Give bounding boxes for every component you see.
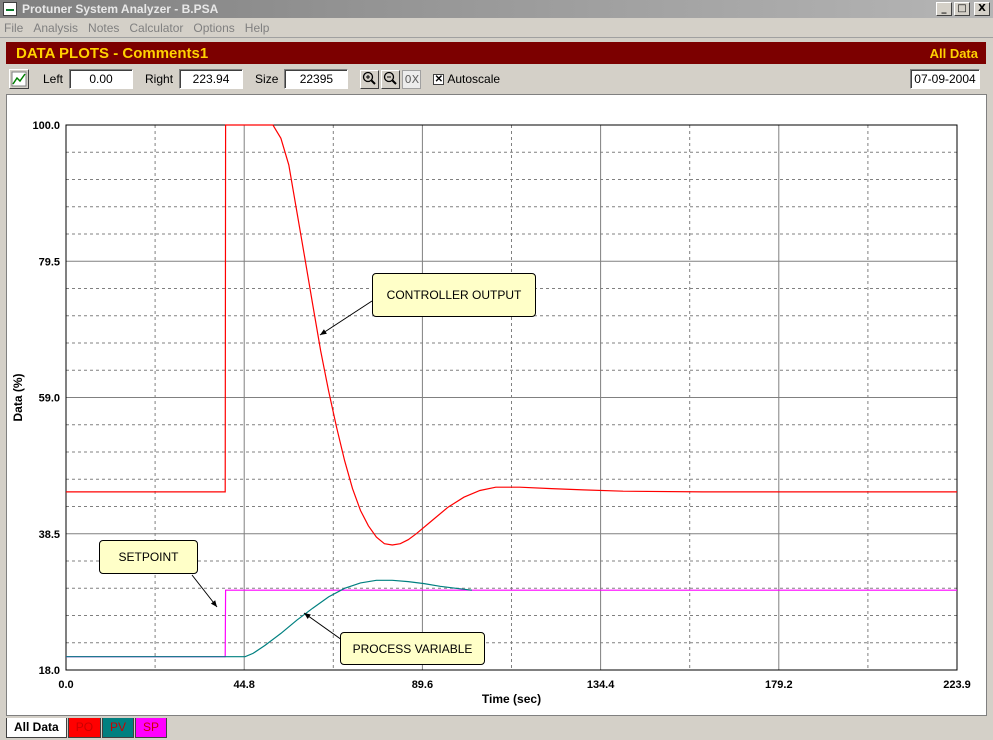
menu-notes[interactable]: Notes	[88, 21, 119, 35]
menu-help[interactable]: Help	[245, 21, 270, 35]
size-input[interactable]: 22395	[284, 69, 349, 89]
autoscale-checkbox[interactable]: ✕	[433, 73, 445, 85]
arrow-process-variable	[303, 612, 343, 641]
x-axis-label: Time (sec)	[482, 692, 541, 706]
x-tick-label: 0.0	[58, 679, 73, 691]
tab-po[interactable]: PO	[67, 718, 102, 738]
series-tabs: All Data PO PV SP	[6, 718, 168, 738]
menu-calculator[interactable]: Calculator	[129, 21, 183, 35]
zoom-reset-button[interactable]: 0X	[402, 69, 422, 89]
plot-header: DATA PLOTS - Comments1 All Data	[6, 42, 986, 64]
x-tick-label: 223.9	[943, 679, 971, 691]
app-window: Protuner System Analyzer - B.PSA _ □ X F…	[0, 0, 993, 740]
menu-file[interactable]: File	[4, 21, 23, 35]
plot-toolbar: Left 0.00 Right 223.94 Size 22395 0X ✕ A…	[6, 66, 986, 92]
tab-all-data[interactable]: All Data	[6, 718, 67, 738]
zoom-in-icon	[363, 71, 377, 85]
arrow-controller-output-head	[320, 329, 327, 335]
data-scope-label: All Data	[929, 45, 978, 61]
y-tick-label: 59.0	[39, 393, 60, 405]
callout-setpoint: SETPOINT	[99, 540, 198, 574]
zoom-out-button[interactable]	[381, 69, 401, 89]
maximize-button[interactable]: □	[954, 2, 970, 16]
x-tick-label: 44.8	[233, 679, 254, 691]
y-tick-label: 18.0	[39, 665, 60, 677]
app-icon	[3, 2, 17, 16]
line-chart-icon	[11, 71, 27, 87]
minimize-button[interactable]: _	[936, 2, 952, 16]
menu-bar: File Analysis Notes Calculator Options H…	[0, 18, 993, 38]
y-axis-label: Data (%)	[11, 373, 25, 421]
title-bar[interactable]: Protuner System Analyzer - B.PSA _ □ X	[0, 0, 993, 18]
zoom-in-button[interactable]	[360, 69, 380, 89]
autoscale-label: Autoscale	[447, 72, 501, 86]
tab-pv[interactable]: PV	[102, 718, 135, 738]
menu-options[interactable]: Options	[193, 21, 234, 35]
arrow-setpoint-head	[210, 600, 217, 607]
x-tick-label: 134.4	[587, 679, 615, 691]
x-tick-label: 89.6	[412, 679, 433, 691]
size-label: Size	[255, 72, 279, 86]
left-label: Left	[43, 72, 64, 86]
y-tick-label: 79.5	[39, 256, 60, 268]
callout-controller-output: CONTROLLER OUTPUT	[372, 273, 536, 317]
close-button[interactable]: X	[974, 2, 990, 16]
arrow-process-variable-head	[304, 613, 311, 619]
callout-process-variable: PROCESS VARIABLE	[340, 632, 485, 665]
zoom-out-icon	[384, 71, 398, 85]
right-label: Right	[145, 72, 174, 86]
plot-title: DATA PLOTS - Comments1	[16, 44, 209, 62]
window-title: Protuner System Analyzer - B.PSA	[22, 2, 219, 16]
arrow-controller-output	[319, 300, 373, 336]
plot-type-button[interactable]	[9, 69, 29, 89]
y-tick-label: 38.5	[39, 529, 60, 541]
window-controls: _ □ X	[936, 2, 990, 16]
tab-sp[interactable]: SP	[135, 718, 168, 738]
y-tick-label: 100.0	[32, 120, 60, 132]
left-input[interactable]: 0.00	[69, 69, 134, 89]
x-tick-label: 179.2	[765, 679, 793, 691]
right-input[interactable]: 223.94	[179, 69, 244, 89]
menu-analysis[interactable]: Analysis	[33, 21, 78, 35]
data-plot-chart[interactable]: 0.0 44.8 89.6 134.4 179.2 223.9 18.0 38.5 59.0 79…	[7, 95, 986, 715]
date-field: 07-09-2004	[910, 69, 980, 89]
chart-panel: 0.0 44.8 89.6 134.4 179.2 223.9 18.0 38.5 59.0 79…	[6, 94, 987, 716]
